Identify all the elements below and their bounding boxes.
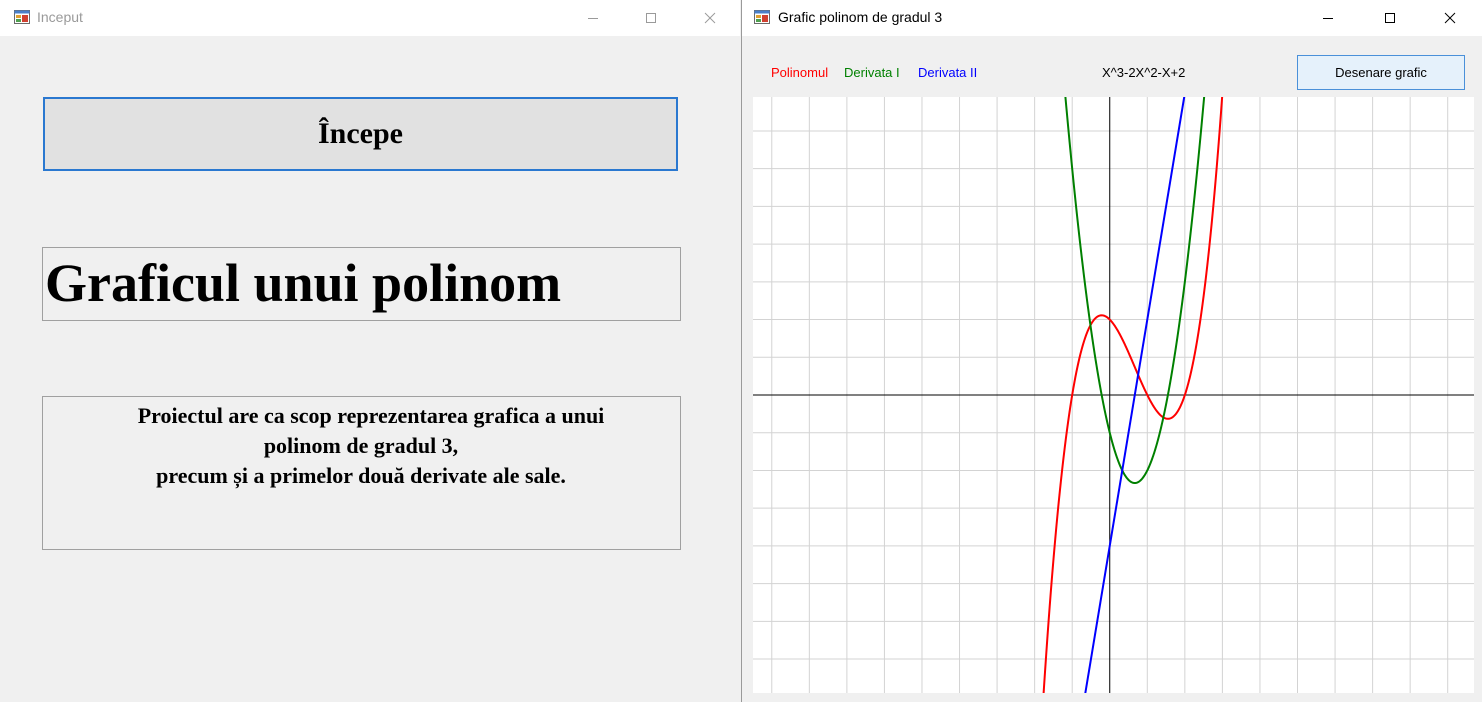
title-bar[interactable]: Grafic polinom de gradul 3 (742, 0, 1482, 36)
formula-label: X^3-2X^2-X+2 (1102, 65, 1186, 80)
description-line-3: precum și a primelor două derivate ale s… (156, 463, 566, 488)
legend-second-derivative: Derivata II (918, 65, 978, 80)
legend-polynomial: Polinomul (771, 65, 829, 80)
close-icon (704, 12, 716, 24)
close-icon (1444, 12, 1456, 24)
minimize-button[interactable] (1305, 0, 1351, 36)
description-line-2: polinom de gradul 3, (263, 433, 459, 458)
description-box: Proiectul are ca scop reprezentarea graf… (42, 396, 681, 550)
axes (753, 97, 1474, 693)
title-bar[interactable]: Inceput (0, 0, 740, 36)
close-button[interactable] (687, 0, 733, 36)
minimize-icon (588, 18, 598, 19)
window-title: Inceput (37, 9, 83, 25)
app-icon (14, 10, 30, 24)
maximize-icon (1385, 13, 1395, 23)
maximize-button[interactable] (1367, 0, 1413, 36)
app-icon (754, 10, 770, 24)
graph-window: Grafic polinom de gradul 3 Polinomul Der… (741, 0, 1482, 702)
description-line-1: Proiectul are ca scop reprezentarea graf… (137, 403, 605, 428)
minimize-button[interactable] (570, 0, 616, 36)
window-title: Grafic polinom de gradul 3 (778, 9, 943, 25)
minimize-icon (1323, 18, 1333, 19)
draw-graph-button[interactable]: Desenare grafic (1297, 55, 1465, 90)
maximize-button[interactable] (628, 0, 674, 36)
start-button[interactable]: Începe (43, 97, 678, 171)
maximize-icon (646, 13, 656, 23)
legend-first-derivative: Derivata I (844, 65, 900, 80)
graph-canvas (753, 97, 1474, 693)
heading-label: Graficul unui polinom (42, 247, 681, 321)
close-button[interactable] (1427, 0, 1473, 36)
start-window: Inceput Începe Graficul unui polinom Pro… (0, 0, 740, 702)
